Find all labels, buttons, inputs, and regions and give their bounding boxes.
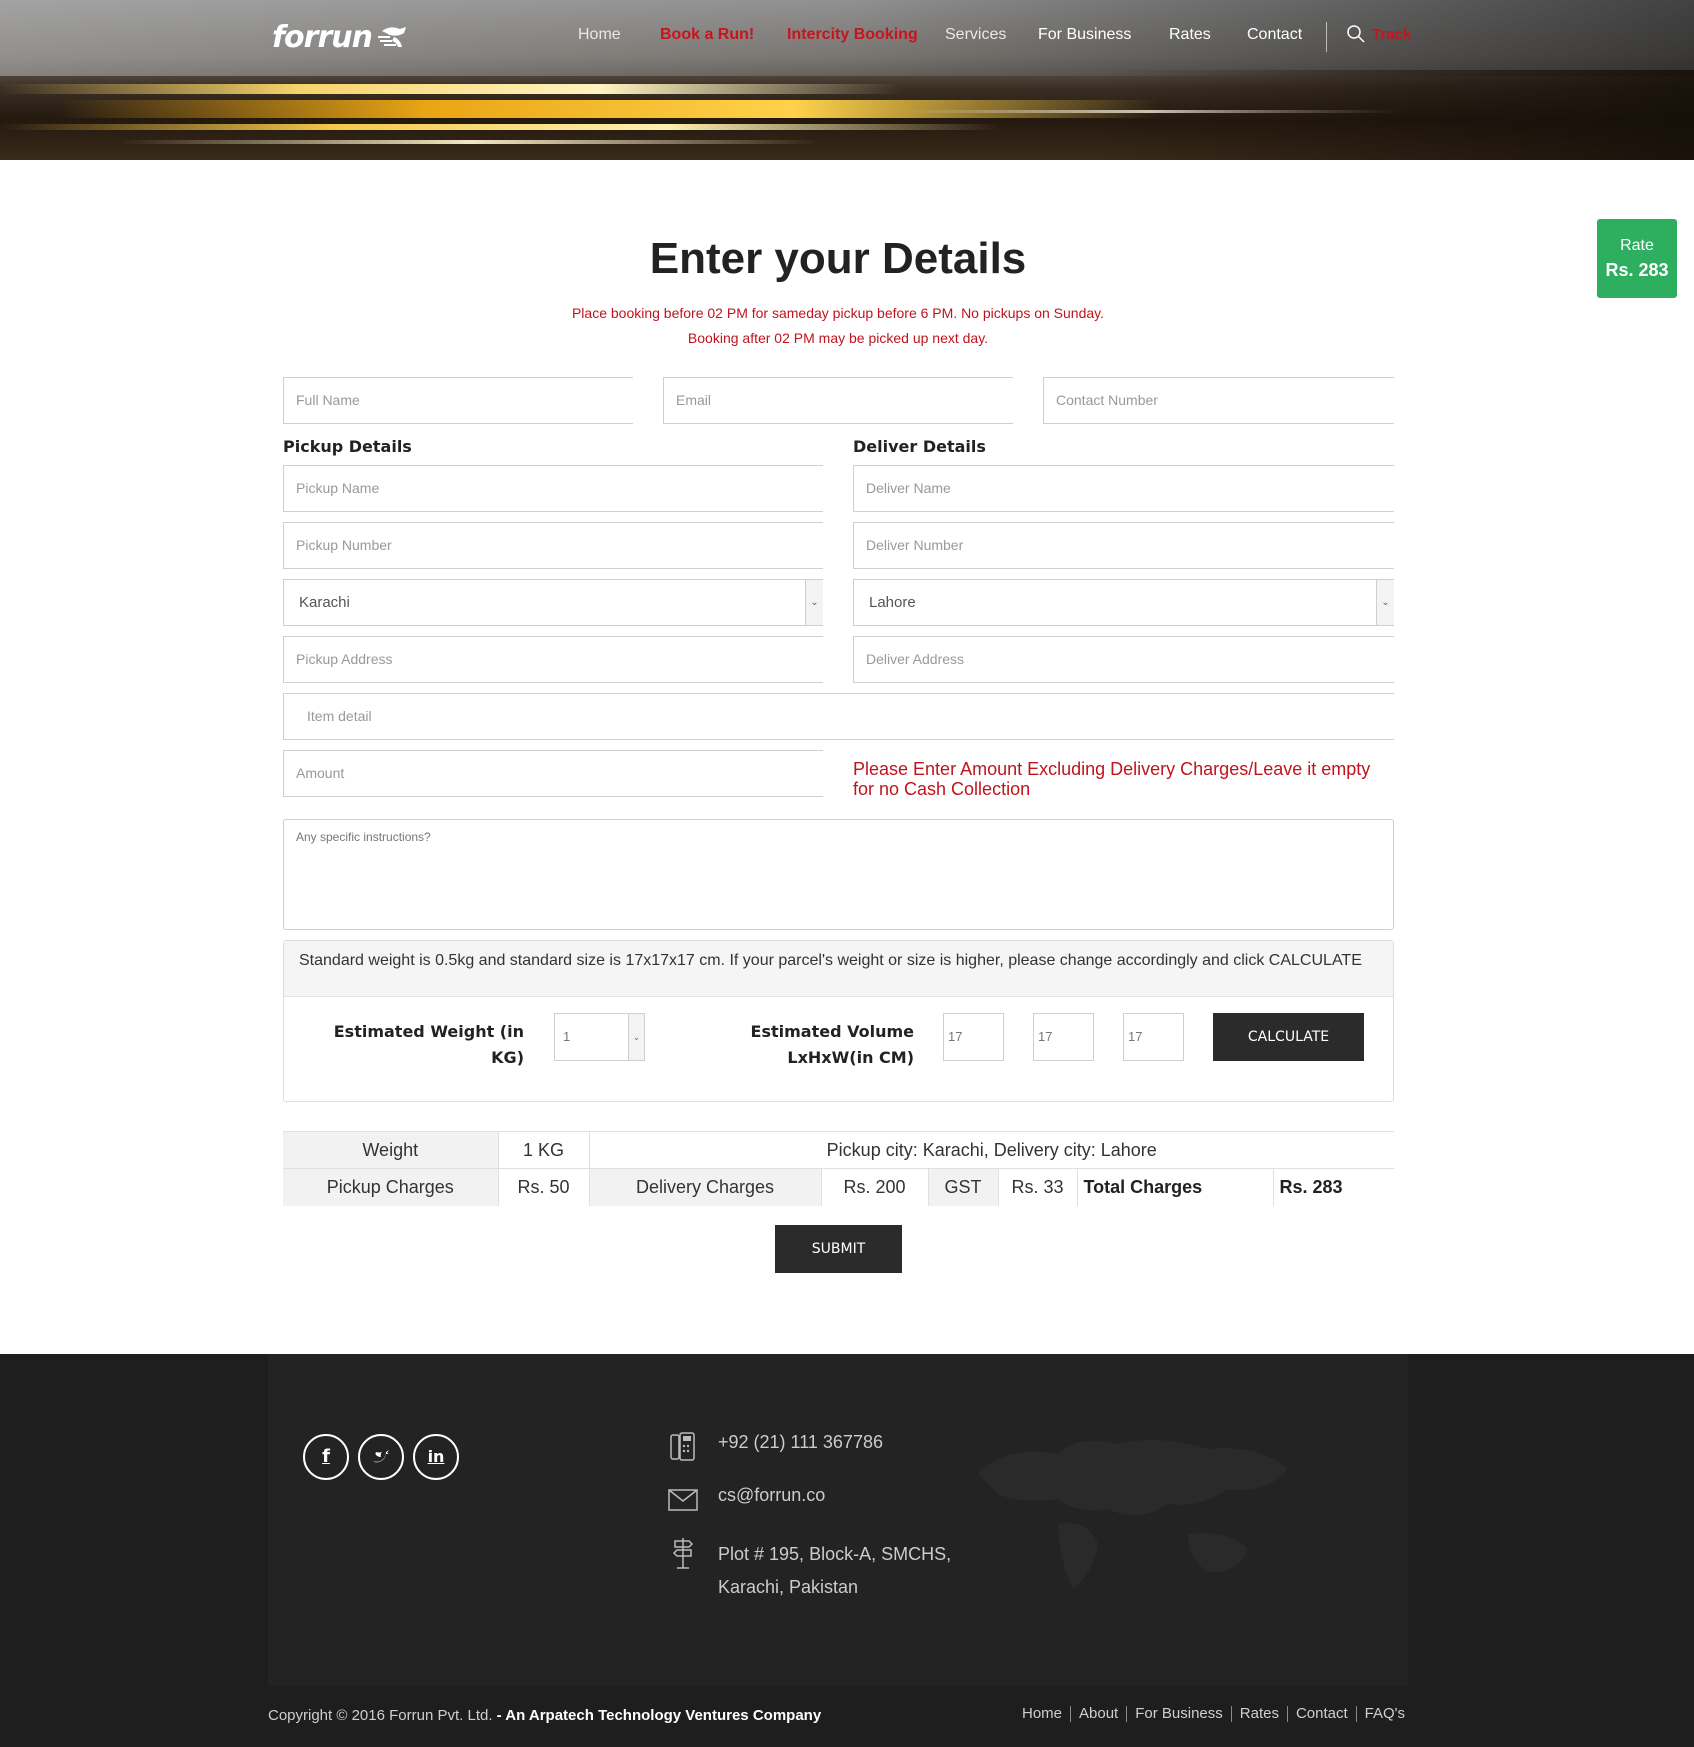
nav-home[interactable]: Home xyxy=(578,26,621,44)
track-label: Track xyxy=(1372,25,1412,43)
footer: f in +92 (21) 111 367786 cs@forrun.co Pl… xyxy=(0,1354,1694,1747)
nav-contact[interactable]: Contact xyxy=(1247,26,1302,44)
delivery-charges-label-cell: Delivery Charges xyxy=(588,1168,821,1206)
booking-notice-secondary: Booking after 02 PM may be picked up nex… xyxy=(687,330,989,346)
phone-text[interactable]: +92 (21) 111 367786 xyxy=(718,1432,883,1453)
footer-link-contact[interactable]: Contact xyxy=(1286,1706,1356,1722)
footer-nav: Home About For Business Rates Contact FA… xyxy=(1020,1706,1413,1722)
pickup-charges-value-cell: Rs. 50 xyxy=(497,1168,589,1206)
linkedin-icon[interactable]: in xyxy=(413,1434,459,1480)
delivery-charges-value-cell: Rs. 200 xyxy=(820,1168,928,1206)
amount-note: Please Enter Amount Excluding Delivery C… xyxy=(853,759,1371,799)
deliver-number-input[interactable]: Deliver Number xyxy=(853,522,1394,569)
phone-row: +92 (21) 111 367786 xyxy=(668,1432,883,1462)
envelope-icon xyxy=(668,1485,698,1515)
gst-label-cell: GST xyxy=(927,1168,998,1206)
pickup-name-input[interactable]: Pickup Name xyxy=(283,465,823,512)
footer-link-rates[interactable]: Rates xyxy=(1230,1706,1287,1722)
banner-dark-fade xyxy=(1100,70,1694,160)
email-row: cs@forrun.co xyxy=(668,1485,825,1515)
copyright-company: - An Arpatech Technology Ventures Compan… xyxy=(496,1707,822,1724)
signpost-icon xyxy=(668,1538,698,1569)
weight-value-cell: 1 KG xyxy=(497,1131,589,1169)
light-streak xyxy=(120,140,820,144)
chevron-down-icon: ⌄ xyxy=(1376,580,1394,625)
table-row: Weight 1 KG Pickup city: Karachi, Delive… xyxy=(283,1131,1394,1169)
full-name-input[interactable]: Full Name xyxy=(283,377,633,424)
copyright: Copyright © 2016 Forrun Pvt. Ltd. - An A… xyxy=(268,1707,821,1724)
main-nav: Home Book a Run! Intercity Booking Servi… xyxy=(0,22,1694,52)
estimated-volume-label: Estimated Volume LxHxW(in CM) xyxy=(644,1019,914,1071)
phone-icon xyxy=(668,1432,698,1462)
pickup-charges-label-cell: Pickup Charges xyxy=(283,1168,498,1206)
nav-intercity-booking[interactable]: Intercity Booking xyxy=(787,26,918,44)
estimated-volume-label-line1: Estimated Volume xyxy=(750,1022,914,1041)
chevron-down-icon: ⌄ xyxy=(628,1014,644,1060)
search-icon xyxy=(1347,25,1365,43)
deliver-address-input[interactable]: Deliver Address xyxy=(853,636,1394,683)
deliver-name-input[interactable]: Deliver Name xyxy=(853,465,1394,512)
calculate-button[interactable]: CALCULATE xyxy=(1213,1013,1364,1061)
table-row: Pickup Charges Rs. 50 Delivery Charges R… xyxy=(283,1168,1394,1206)
calculator-note: Standard weight is 0.5kg and standard si… xyxy=(284,941,1393,997)
facebook-icon[interactable]: f xyxy=(303,1434,349,1480)
instructions-textarea[interactable]: Any specific instructions? xyxy=(283,819,1394,930)
pickup-city-select[interactable]: Karachi ⌄ xyxy=(283,579,823,626)
contact-number-input[interactable]: Contact Number xyxy=(1043,377,1394,424)
nav-divider xyxy=(1326,22,1327,52)
chevron-down-icon: ⌄ xyxy=(805,580,823,625)
calculator-panel: Standard weight is 0.5kg and standard si… xyxy=(283,940,1394,1102)
light-streak xyxy=(0,84,900,94)
header-banner: forrun Home Book a Run! Intercity Bookin… xyxy=(0,0,1694,160)
nav-for-business[interactable]: For Business xyxy=(1038,26,1131,44)
bird-glyph xyxy=(373,1450,389,1463)
email-input[interactable]: Email xyxy=(663,377,1013,424)
address-line-2: Karachi, Pakistan xyxy=(718,1577,859,1597)
world-map-graphic xyxy=(978,1440,1288,1589)
copyright-text: Copyright © 2016 Forrun Pvt. Ltd. xyxy=(268,1707,497,1724)
submit-button[interactable]: SUBMIT xyxy=(775,1225,902,1273)
nav-rates[interactable]: Rates xyxy=(1169,26,1211,44)
nav-book-a-run[interactable]: Book a Run! xyxy=(660,26,754,44)
footer-link-faqs[interactable]: FAQ's xyxy=(1355,1706,1413,1722)
pickup-address-input[interactable]: Pickup Address xyxy=(283,636,823,683)
weight-select[interactable]: 1 ⌄ xyxy=(554,1013,645,1061)
footer-panel: f in +92 (21) 111 367786 cs@forrun.co Pl… xyxy=(268,1354,1408,1686)
address-line-1: Plot # 195, Block-A, SMCHS, xyxy=(718,1544,952,1564)
total-charges-label-cell: Total Charges xyxy=(1076,1168,1273,1206)
deliver-details-heading: Deliver Details xyxy=(853,437,986,456)
weight-select-value: 1 xyxy=(563,1029,571,1044)
pickup-city-value: Karachi xyxy=(299,594,350,611)
page-title: Enter your Details xyxy=(649,234,1027,283)
weight-label-cell: Weight xyxy=(283,1131,498,1169)
pickup-number-input[interactable]: Pickup Number xyxy=(283,522,823,569)
light-streak xyxy=(60,100,1160,118)
deliver-city-value: Lahore xyxy=(869,594,916,611)
deliver-city-select[interactable]: Lahore ⌄ xyxy=(853,579,1394,626)
length-input[interactable]: 17 xyxy=(943,1013,1004,1061)
booking-notice: Place booking before 02 PM for sameday p… xyxy=(571,305,1105,321)
footer-link-home[interactable]: Home xyxy=(1020,1706,1070,1722)
width-input[interactable]: 17 xyxy=(1123,1013,1184,1061)
light-streak xyxy=(0,124,1000,130)
footer-link-for-business[interactable]: For Business xyxy=(1126,1706,1231,1722)
nav-services[interactable]: Services xyxy=(945,26,1006,44)
estimated-volume-label-line2: LxHxW(in CM) xyxy=(787,1048,914,1067)
email-text[interactable]: cs@forrun.co xyxy=(718,1485,825,1506)
total-charges-value-cell: Rs. 283 xyxy=(1272,1168,1394,1206)
address-text: Plot # 195, Block-A, SMCHS, Karachi, Pak… xyxy=(718,1538,951,1604)
pickup-details-heading: Pickup Details xyxy=(283,437,412,456)
estimated-weight-label: Estimated Weight (in KG) xyxy=(333,1022,524,1067)
amount-input[interactable]: Amount xyxy=(283,750,823,797)
address-row: Plot # 195, Block-A, SMCHS, Karachi, Pak… xyxy=(668,1538,951,1604)
track-link[interactable]: Track xyxy=(1346,24,1411,44)
charges-summary-table: Weight 1 KG Pickup city: Karachi, Delive… xyxy=(283,1131,1394,1206)
item-detail-input[interactable]: Item detail xyxy=(283,693,1394,740)
height-input[interactable]: 17 xyxy=(1033,1013,1094,1061)
gst-value-cell: Rs. 33 xyxy=(997,1168,1077,1206)
footer-link-about[interactable]: About xyxy=(1070,1706,1126,1722)
cities-cell: Pickup city: Karachi, Delivery city: Lah… xyxy=(588,1131,1394,1169)
twitter-icon[interactable] xyxy=(358,1434,404,1480)
